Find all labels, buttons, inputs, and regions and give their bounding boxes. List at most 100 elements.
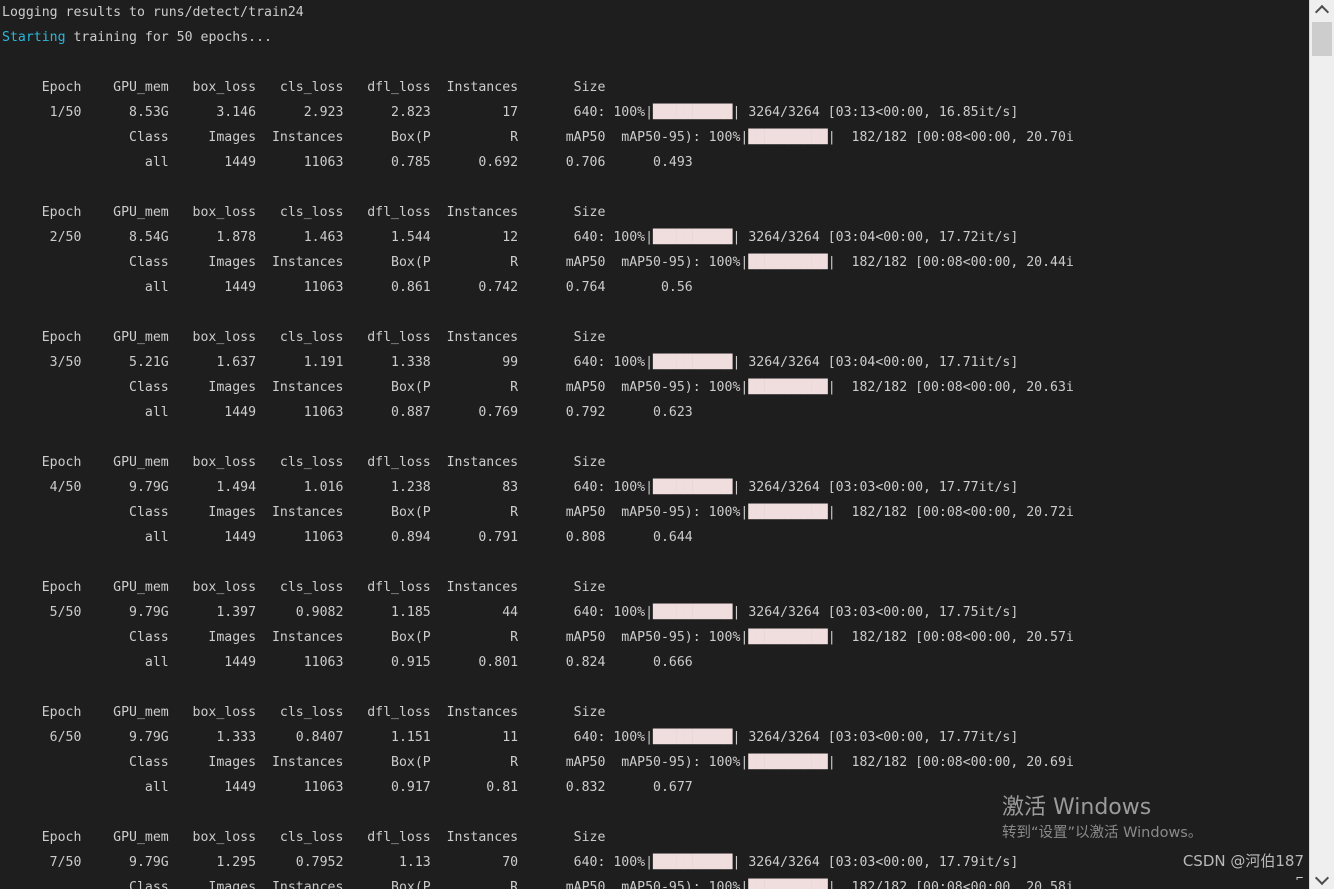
- train-header-row: Epoch GPU_mem box_loss cls_loss dfl_loss…: [2, 705, 606, 720]
- epoch-header-row: Epoch GPU_mem box_loss cls_loss dfl_loss…: [0, 575, 1310, 600]
- vertical-scrollbar[interactable]: [1309, 0, 1334, 889]
- val-header-row: Class Images Instances Box(P R mAP50 mAP…: [0, 625, 1310, 650]
- train-header-row: Epoch GPU_mem box_loss cls_loss dfl_loss…: [2, 205, 606, 220]
- val-header-row: Class Images Instances Box(P R mAP50 mAP…: [0, 875, 1310, 889]
- epoch-values-row: 4/50 9.79G 1.494 1.016 1.238 83 640: 100…: [0, 475, 1310, 500]
- log-text: training for 50 epochs...: [65, 30, 272, 45]
- val-header-row: Class Images Instances Box(P R mAP50 mAP…: [2, 380, 749, 395]
- epoch-values-row: 7/50 9.79G 1.295 0.7952 1.13 70 640: 100…: [0, 850, 1310, 875]
- val-timing: | 182/182 [00:08<00:00, 20.72i: [827, 505, 1074, 520]
- epoch-values-row: 3/50 5.21G 1.637 1.191 1.338 99 640: 100…: [0, 350, 1310, 375]
- val-values: all 1449 11063 0.861 0.742 0.764 0.56: [2, 280, 693, 295]
- epoch-values-row: 5/50 9.79G 1.397 0.9082 1.185 44 640: 10…: [0, 600, 1310, 625]
- train-timing: | 3264/3264 [03:13<00:00, 16.85it/s]: [732, 105, 1019, 120]
- train-progress-bar: ██████████: [653, 730, 733, 745]
- val-progress-bar: ██████████: [748, 380, 828, 395]
- val-values-row: all 1449 11063 0.887 0.769 0.792 0.623: [0, 400, 1310, 425]
- train-values: 7/50 9.79G 1.295 0.7952 1.13 70 640: 100…: [2, 855, 654, 870]
- train-timing: | 3264/3264 [03:03<00:00, 17.77it/s]: [732, 730, 1019, 745]
- val-values: all 1449 11063 0.917 0.81 0.832 0.677: [2, 780, 693, 795]
- train-timing: | 3264/3264 [03:03<00:00, 17.75it/s]: [732, 605, 1019, 620]
- epoch-header-row: Epoch GPU_mem box_loss cls_loss dfl_loss…: [0, 75, 1310, 100]
- train-timing: | 3264/3264 [03:04<00:00, 17.72it/s]: [732, 230, 1019, 245]
- val-timing: | 182/182 [00:08<00:00, 20.63i: [827, 380, 1074, 395]
- train-progress-bar: ██████████: [653, 605, 733, 620]
- val-header-row: Class Images Instances Box(P R mAP50 mAP…: [0, 375, 1310, 400]
- epoch-values-row: 6/50 9.79G 1.333 0.8407 1.151 11 640: 10…: [0, 725, 1310, 750]
- train-values: 6/50 9.79G 1.333 0.8407 1.151 11 640: 10…: [2, 730, 654, 745]
- val-timing: | 182/182 [00:08<00:00, 20.58i: [827, 880, 1074, 889]
- log-keyword: Starting: [2, 30, 66, 45]
- train-header-row: Epoch GPU_mem box_loss cls_loss dfl_loss…: [2, 455, 606, 470]
- train-header-row: Epoch GPU_mem box_loss cls_loss dfl_loss…: [2, 80, 606, 95]
- val-values: all 1449 11063 0.915 0.801 0.824 0.666: [2, 655, 693, 670]
- epoch-header-row: Epoch GPU_mem box_loss cls_loss dfl_loss…: [0, 325, 1310, 350]
- train-progress-bar: ██████████: [653, 105, 733, 120]
- val-progress-bar: ██████████: [748, 130, 828, 145]
- val-values-row: all 1449 11063 0.861 0.742 0.764 0.56: [0, 275, 1310, 300]
- val-values: all 1449 11063 0.894 0.791 0.808 0.644: [2, 530, 693, 545]
- val-header-row: Class Images Instances Box(P R mAP50 mAP…: [0, 750, 1310, 775]
- train-header-row: Epoch GPU_mem box_loss cls_loss dfl_loss…: [2, 330, 606, 345]
- train-values: 5/50 9.79G 1.397 0.9082 1.185 44 640: 10…: [2, 605, 654, 620]
- train-progress-bar: ██████████: [653, 480, 733, 495]
- epoch-header-row: Epoch GPU_mem box_loss cls_loss dfl_loss…: [0, 450, 1310, 475]
- train-progress-bar: ██████████: [653, 355, 733, 370]
- train-timing: | 3264/3264 [03:04<00:00, 17.71it/s]: [732, 355, 1019, 370]
- terminal-output[interactable]: Logging results to runs/detect/train24 St…: [0, 0, 1310, 889]
- val-values: all 1449 11063 0.887 0.769 0.792 0.623: [2, 405, 693, 420]
- val-header-row: Class Images Instances Box(P R mAP50 mAP…: [0, 250, 1310, 275]
- train-progress-bar: ██████████: [653, 230, 733, 245]
- val-header-row: Class Images Instances Box(P R mAP50 mAP…: [2, 880, 749, 889]
- val-values-row: all 1449 11063 0.915 0.801 0.824 0.666: [0, 650, 1310, 675]
- epoch-header-row: Epoch GPU_mem box_loss cls_loss dfl_loss…: [0, 825, 1310, 850]
- val-progress-bar: ██████████: [748, 255, 828, 270]
- train-header-row: Epoch GPU_mem box_loss cls_loss dfl_loss…: [2, 580, 606, 595]
- val-progress-bar: ██████████: [748, 505, 828, 520]
- val-progress-bar: ██████████: [748, 630, 828, 645]
- val-header-row: Class Images Instances Box(P R mAP50 mAP…: [0, 125, 1310, 150]
- log-text: Logging results to runs/detect/train24: [2, 5, 304, 20]
- log-header-line-2: Starting training for 50 epochs...: [0, 25, 1310, 50]
- train-timing: | 3264/3264 [03:03<00:00, 17.79it/s]: [732, 855, 1019, 870]
- train-timing: | 3264/3264 [03:03<00:00, 17.77it/s]: [732, 480, 1019, 495]
- val-header-row: Class Images Instances Box(P R mAP50 mAP…: [2, 130, 749, 145]
- epoch-header-row: Epoch GPU_mem box_loss cls_loss dfl_loss…: [0, 200, 1310, 225]
- csdn-watermark: CSDN @河伯187: [1182, 852, 1304, 870]
- train-values: 1/50 8.53G 3.146 2.923 2.823 17 640: 100…: [2, 105, 654, 120]
- epoch-values-row: 2/50 8.54G 1.878 1.463 1.544 12 640: 100…: [0, 225, 1310, 250]
- resize-corner-mark: ⌐: [1296, 871, 1304, 885]
- train-values: 4/50 9.79G 1.494 1.016 1.238 83 640: 100…: [2, 480, 654, 495]
- val-header-row: Class Images Instances Box(P R mAP50 mAP…: [2, 255, 749, 270]
- val-header-row: Class Images Instances Box(P R mAP50 mAP…: [2, 505, 749, 520]
- val-header-row: Class Images Instances Box(P R mAP50 mAP…: [2, 630, 749, 645]
- scroll-up-arrow-icon[interactable]: [1310, 0, 1334, 20]
- scroll-down-arrow-icon[interactable]: [1310, 869, 1334, 889]
- val-timing: | 182/182 [00:08<00:00, 20.57i: [827, 630, 1074, 645]
- val-progress-bar: ██████████: [748, 880, 828, 889]
- val-header-row: Class Images Instances Box(P R mAP50 mAP…: [2, 755, 749, 770]
- val-progress-bar: ██████████: [748, 755, 828, 770]
- val-timing: | 182/182 [00:08<00:00, 20.69i: [827, 755, 1074, 770]
- train-header-row: Epoch GPU_mem box_loss cls_loss dfl_loss…: [2, 830, 606, 845]
- train-progress-bar: ██████████: [653, 855, 733, 870]
- val-values: all 1449 11063 0.785 0.692 0.706 0.493: [2, 155, 693, 170]
- epoch-values-row: 1/50 8.53G 3.146 2.923 2.823 17 640: 100…: [0, 100, 1310, 125]
- scrollbar-thumb[interactable]: [1312, 22, 1332, 56]
- epoch-header-row: Epoch GPU_mem box_loss cls_loss dfl_loss…: [0, 700, 1310, 725]
- val-values-row: all 1449 11063 0.894 0.791 0.808 0.644: [0, 525, 1310, 550]
- log-header-line-1: Logging results to runs/detect/train24: [0, 0, 1310, 25]
- val-header-row: Class Images Instances Box(P R mAP50 mAP…: [0, 500, 1310, 525]
- train-values: 2/50 8.54G 1.878 1.463 1.544 12 640: 100…: [2, 230, 654, 245]
- val-values-row: all 1449 11063 0.785 0.692 0.706 0.493: [0, 150, 1310, 175]
- val-values-row: all 1449 11063 0.917 0.81 0.832 0.677: [0, 775, 1310, 800]
- val-timing: | 182/182 [00:08<00:00, 20.70i: [827, 130, 1074, 145]
- train-values: 3/50 5.21G 1.637 1.191 1.338 99 640: 100…: [2, 355, 654, 370]
